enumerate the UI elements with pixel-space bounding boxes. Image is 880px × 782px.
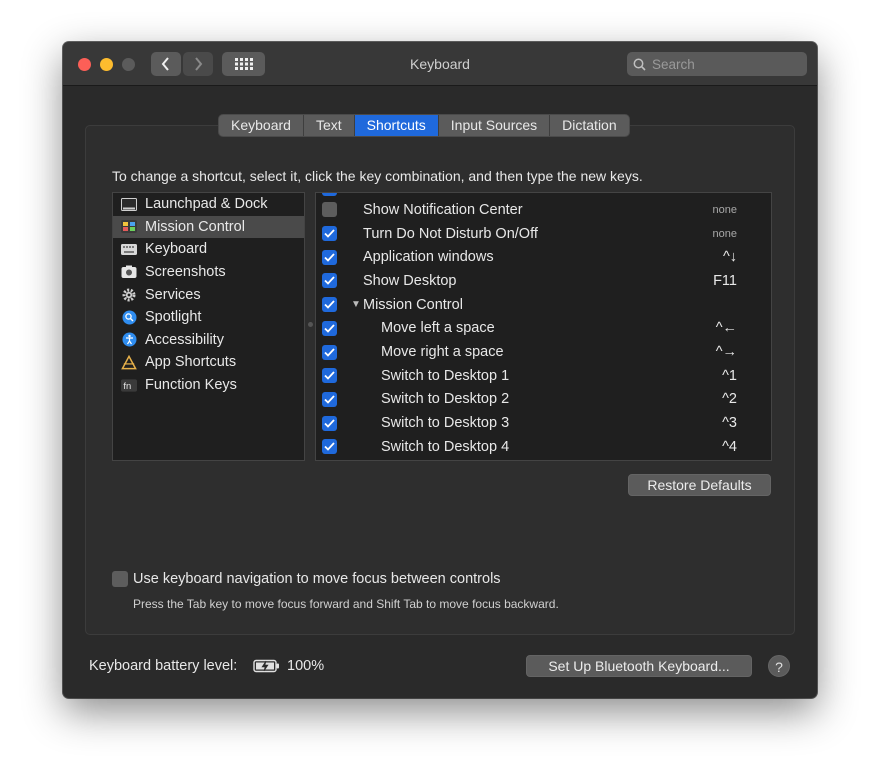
category-label: App Shortcuts (145, 354, 237, 371)
shortcut-key-combo[interactable]: ^→ (716, 344, 737, 360)
shortcut-checkbox[interactable] (322, 273, 337, 289)
shortcut-row[interactable]: Switch to Desktop 4 ^4 (316, 435, 771, 459)
shortcut-row[interactable]: ▼ Mission Control (316, 293, 771, 317)
shortcut-row[interactable]: Switch to Desktop 1 ^1 (316, 364, 771, 388)
svg-text:fn: fn (123, 379, 131, 390)
shortcut-checkbox[interactable] (322, 344, 337, 360)
shortcut-label: Mission Control (363, 296, 463, 313)
category-item-keyboard[interactable]: Keyboard (113, 238, 304, 261)
tab-dictation[interactable]: Dictation (550, 115, 628, 136)
shortcut-list[interactable]: Show Notification Center none Turn Do Not … (315, 192, 772, 461)
keyboard-navigation-hint: Press the Tab key to move focus forward … (133, 597, 559, 611)
battery-charging-icon (253, 659, 279, 673)
shortcut-label: Switch to Desktop 3 (381, 415, 510, 432)
category-label: Services (145, 286, 201, 303)
shortcut-key-combo[interactable]: ^↓ (723, 249, 737, 265)
category-label: Launchpad & Dock (145, 196, 268, 213)
app-shortcuts-icon (121, 354, 137, 370)
gear-icon (121, 288, 137, 302)
category-label: Accessibility (145, 331, 224, 348)
shortcut-label: Turn Do Not Disturb On/Off (363, 225, 538, 242)
function-keys-icon: fn (121, 378, 137, 392)
shortcut-row[interactable]: Move left a space ^← (316, 317, 771, 341)
category-item-mission-control[interactable]: Mission Control (113, 215, 304, 239)
shortcut-row[interactable]: Show Desktop F11 (316, 269, 771, 293)
shortcut-label: Move right a space (381, 344, 504, 361)
shortcut-row[interactable]: Switch to Desktop 3 ^3 (316, 411, 771, 435)
search-placeholder: Search (652, 56, 695, 72)
help-button[interactable]: ? (768, 655, 790, 677)
shortcut-checkbox[interactable] (322, 368, 337, 384)
category-item-function-keys[interactable]: fn Function Keys (113, 374, 304, 397)
shortcut-label: Move left a space (381, 320, 495, 337)
setup-bluetooth-keyboard-button[interactable]: Set Up Bluetooth Keyboard... (526, 655, 752, 677)
shortcut-label: Application windows (363, 249, 494, 266)
shortcut-key-combo[interactable]: ^1 (722, 368, 737, 384)
mission-control-icon (121, 220, 137, 234)
spotlight-icon (121, 310, 137, 325)
screenshots-icon (121, 265, 137, 279)
title-bar: Keyboard Search (63, 42, 817, 86)
category-label: Mission Control (145, 218, 245, 235)
tab-text[interactable]: Text (304, 115, 355, 136)
search-icon (633, 58, 646, 71)
instructions-text: To change a shortcut, select it, click t… (112, 168, 643, 184)
category-label: Function Keys (145, 377, 237, 394)
shortcut-row[interactable]: Move right a space ^→ (316, 340, 771, 364)
shortcut-label: Switch to Desktop 1 (381, 367, 510, 384)
split-view-handle[interactable] (308, 322, 313, 327)
shortcut-checkbox[interactable] (322, 391, 337, 407)
shortcut-key-combo[interactable]: ^3 (722, 415, 737, 431)
category-item-app-shortcuts[interactable]: App Shortcuts (113, 351, 304, 374)
category-list[interactable]: Launchpad & Dock Mission Control Keyboard S… (112, 192, 305, 461)
shortcut-checkbox[interactable] (322, 439, 337, 455)
tab-bar: Keyboard Text Shortcuts Input Sources Dictat… (218, 114, 630, 137)
shortcut-key-combo[interactable]: ^2 (722, 391, 737, 407)
battery-level-label: Keyboard battery level: (89, 658, 238, 674)
keyboard-icon (121, 242, 137, 256)
keyboard-navigation-checkbox[interactable] (112, 571, 128, 587)
shortcut-label: Switch to Desktop 2 (381, 391, 510, 408)
shortcut-row[interactable]: Show Notification Center none (316, 198, 771, 222)
category-label: Screenshots (145, 264, 226, 281)
shortcut-key-combo[interactable]: ^4 (722, 439, 737, 455)
shortcut-key-combo[interactable]: F11 (713, 273, 737, 289)
category-label: Keyboard (145, 241, 208, 258)
shortcut-checkbox[interactable] (322, 297, 337, 313)
partial-checkbox[interactable] (322, 193, 337, 196)
shortcut-label: Show Desktop (363, 272, 457, 289)
search-field[interactable]: Search (627, 52, 807, 76)
shortcut-row[interactable]: Turn Do Not Disturb On/Off none (316, 222, 771, 246)
category-item-launchpad-dock[interactable]: Launchpad & Dock (113, 193, 304, 216)
tab-shortcuts[interactable]: Shortcuts (354, 115, 439, 136)
keyboard-preferences-window: Keyboard Search Keyboard Text Shortcuts Inp… (63, 42, 817, 698)
shortcut-key-combo[interactable]: none (713, 204, 737, 216)
shortcut-key-combo[interactable]: ^← (716, 320, 737, 336)
battery-level-value: 100% (287, 658, 325, 674)
category-item-accessibility[interactable]: Accessibility (113, 329, 304, 352)
category-item-services[interactable]: Services (113, 283, 304, 306)
tab-keyboard[interactable]: Keyboard (219, 115, 304, 136)
category-label: Spotlight (145, 309, 202, 326)
shortcut-label: Switch to Desktop 4 (381, 438, 510, 455)
shortcut-checkbox[interactable] (322, 320, 337, 336)
category-item-spotlight[interactable]: Spotlight (113, 306, 304, 329)
shortcut-checkbox[interactable] (322, 202, 337, 218)
shortcut-row[interactable]: Switch to Desktop 2 ^2 (316, 388, 771, 412)
accessibility-icon (121, 332, 137, 347)
keyboard-navigation-label[interactable]: Use keyboard navigation to move focus be… (133, 571, 501, 587)
disclosure-triangle-icon[interactable]: ▼ (351, 299, 361, 310)
launchpad-dock-icon (121, 197, 137, 211)
shortcut-checkbox[interactable] (322, 226, 337, 242)
shortcut-checkbox[interactable] (322, 249, 337, 265)
shortcut-label: Show Notification Center (363, 201, 523, 218)
shortcut-row[interactable]: Application windows ^↓ (316, 245, 771, 269)
restore-defaults-button[interactable]: Restore Defaults (628, 474, 771, 496)
category-item-screenshots[interactable]: Screenshots (113, 261, 304, 284)
tab-input-sources[interactable]: Input Sources (439, 115, 551, 136)
shortcut-key-combo[interactable]: none (713, 228, 737, 240)
shortcut-checkbox[interactable] (322, 415, 337, 431)
